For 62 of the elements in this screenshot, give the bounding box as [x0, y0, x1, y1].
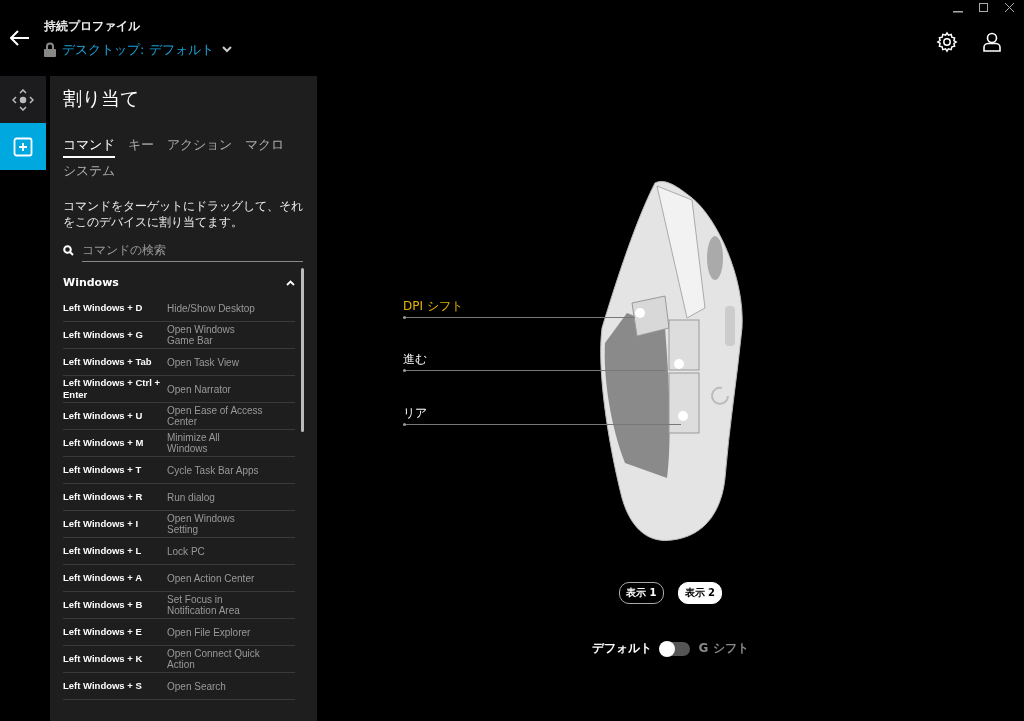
shortcut-key[interactable]: Left Windows + A — [63, 572, 167, 584]
plus-icon — [13, 136, 33, 157]
search-icon — [63, 244, 74, 256]
command-name[interactable]: Cycle Task Bar Apps — [167, 464, 263, 476]
command-name[interactable]: Open Narrator — [167, 383, 263, 395]
category-tab[interactable]: キー — [128, 136, 154, 158]
shortcut-key[interactable]: Left Windows + R — [63, 491, 167, 503]
move-icon — [12, 88, 34, 111]
chevron-down-icon — [221, 46, 232, 53]
view-toggle[interactable]: 表示 1 — [619, 582, 664, 604]
profile-dropdown[interactable]: デスクトップ: デフォルト — [62, 40, 232, 59]
shortcut-key[interactable]: Left Windows + D — [63, 302, 167, 314]
shortcut-key[interactable]: Left Windows + Ctrl + Enter — [63, 377, 167, 401]
shortcut-key[interactable]: Left Windows + L — [63, 545, 167, 557]
command-name[interactable]: Set Focus in Notification Area — [167, 594, 263, 616]
shortcut-key[interactable]: Left Windows + T — [63, 464, 167, 476]
command-name[interactable]: Open File Explorer — [167, 626, 263, 638]
shortcut-key[interactable]: Left Windows + B — [63, 599, 167, 611]
button-label[interactable]: リア — [403, 405, 681, 422]
category-tab[interactable]: システム — [63, 162, 115, 184]
close-button[interactable] — [1004, 2, 1016, 14]
settings-button[interactable] — [936, 31, 958, 53]
back-button[interactable] — [10, 30, 30, 46]
command-name[interactable]: Run dialog — [167, 491, 263, 503]
search-field[interactable]: コマンドの検索 — [82, 238, 303, 262]
command-name[interactable]: Open Windows Game Bar — [167, 324, 263, 346]
user-button[interactable] — [982, 31, 1002, 53]
command-name[interactable]: Open Task View — [167, 356, 263, 368]
lock-icon — [44, 42, 56, 57]
scrollbar-thumb[interactable] — [301, 268, 304, 432]
view-toggle[interactable]: 表示 2 — [677, 582, 722, 604]
category-tab[interactable]: アクション — [167, 136, 232, 158]
button-label[interactable]: DPI シフト — [403, 298, 635, 315]
category-tab[interactable]: コマンド — [63, 136, 115, 158]
button-label[interactable]: 進む — [403, 351, 665, 368]
shortcut-key[interactable]: Left Windows + U — [63, 410, 167, 422]
shift-switch[interactable] — [660, 641, 691, 656]
command-name[interactable]: Open Connect Quick Action — [167, 648, 263, 670]
section-header[interactable]: Windows — [63, 276, 295, 289]
profile-subtitle: 持続プロファイル — [44, 17, 141, 35]
command-name[interactable]: Open Search — [167, 680, 263, 692]
toggle-label: G シフト — [698, 640, 749, 657]
shortcut-key[interactable]: Left Windows + K — [63, 653, 167, 665]
panel-title: 割り当て — [63, 86, 140, 111]
shortcut-key[interactable]: Left Windows + S — [63, 680, 167, 692]
toggle-label: デフォルト — [592, 640, 653, 657]
command-name[interactable]: Minimize All Windows — [167, 432, 263, 454]
instruction-text: コマンドをターゲットにドラッグして、それをこのデバイスに割り当てます。 — [63, 198, 304, 230]
command-name[interactable]: Open Action Center — [167, 572, 263, 584]
shortcut-key[interactable]: Left Windows + E — [63, 626, 167, 638]
chevron-icon — [286, 279, 295, 286]
command-name[interactable]: Lock PC — [167, 545, 263, 557]
shortcut-key[interactable]: Left Windows + M — [63, 437, 167, 449]
shortcut-key[interactable]: Left Windows + I — [63, 518, 167, 530]
minimize-icon — [952, 11, 964, 13]
maximize-button[interactable] — [978, 2, 990, 14]
command-name[interactable]: Hide/Show Desktop — [167, 302, 263, 314]
shortcut-key[interactable]: Left Windows + Tab — [63, 356, 167, 368]
shortcut-key[interactable]: Left Windows + G — [63, 329, 167, 341]
command-name[interactable]: Open Ease of Access Center — [167, 405, 263, 427]
command-name[interactable]: Open Windows Setting — [167, 513, 263, 535]
category-tab[interactable]: マクロ — [245, 136, 284, 158]
